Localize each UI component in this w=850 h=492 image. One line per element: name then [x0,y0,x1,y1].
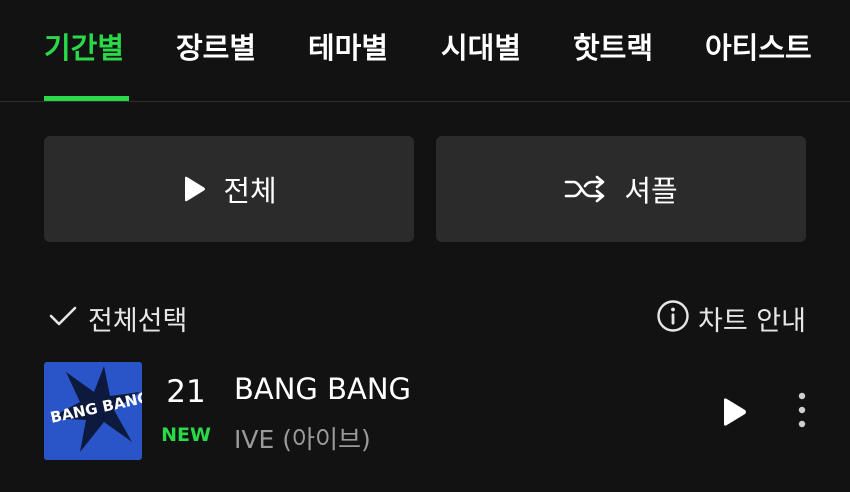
play-all-label: 전체 [223,174,277,208]
shuffle-button[interactable]: 셔플 [436,136,806,242]
select-all-label: 전체선택 [88,305,188,337]
select-all-toggle[interactable]: 전체선택 [48,298,187,338]
song-more-button[interactable] [786,390,818,434]
play-all-button[interactable]: 전체 [44,136,414,242]
tab-era[interactable]: 시대별 [441,28,521,68]
song-artist[interactable]: IVE (아이브) [234,420,371,456]
tab-period[interactable]: 기간별 [44,28,124,68]
tab-artist[interactable]: 아티스트 [705,28,812,68]
shuffle-icon [564,174,608,204]
tab-hot-track[interactable]: 핫트랙 [573,28,653,68]
song-title[interactable]: BANG BANG [234,372,411,406]
check-icon [48,304,78,332]
chart-guide-link[interactable]: 차트 안내 [656,298,806,338]
active-tab-indicator [44,96,129,101]
chart-screen: 기간별 장르별 테마별 시대별 핫트랙 아티스트 전체 셔플 전체선택 차트 안… [0,0,850,492]
song-play-button[interactable] [712,392,756,436]
tab-genre[interactable]: 장르별 [176,28,256,68]
play-icon [181,175,207,203]
rank-status-badge: NEW [161,424,211,446]
play-icon [721,397,747,431]
category-tabs: 기간별 장르별 테마별 시대별 핫트랙 아티스트 [0,0,850,102]
shuffle-label: 셔플 [624,174,678,208]
info-icon [656,299,690,337]
chart-guide-label: 차트 안내 [698,305,806,337]
album-art[interactable]: BANG BANG [44,362,142,460]
song-row[interactable]: BANG BANG 21 NEW BANG BANG IVE (아이브) [0,362,850,462]
tab-theme[interactable]: 테마별 [308,28,388,68]
more-vertical-icon [798,392,806,432]
chart-rank: 21 [166,374,206,410]
